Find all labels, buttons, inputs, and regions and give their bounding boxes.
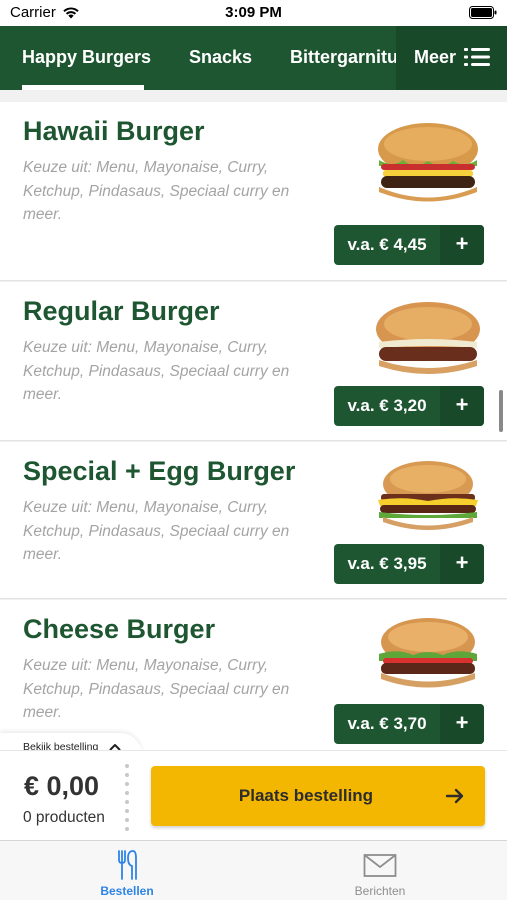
tab-berichten-label: Berichten bbox=[354, 884, 406, 898]
product-card[interactable]: Regular Burger Keuze uit: Menu, Mayonais… bbox=[0, 282, 507, 441]
price-label: v.a. € 3,70 bbox=[347, 714, 427, 733]
price-label: v.a. € 3,95 bbox=[347, 554, 427, 573]
category-tab-bar: Happy Burgers Snacks Bittergarnituur Mee… bbox=[0, 26, 507, 90]
plus-icon: + bbox=[440, 386, 484, 426]
arrow-right-icon bbox=[445, 788, 464, 804]
status-time: 3:09 PM bbox=[225, 4, 282, 21]
product-name: Regular Burger bbox=[23, 296, 220, 326]
fork-knife-icon bbox=[118, 850, 137, 880]
list-menu-icon bbox=[464, 48, 490, 66]
bottom-tab-bar: Bestellen Berichten bbox=[0, 840, 507, 900]
tab-snacks[interactable]: Snacks bbox=[189, 26, 252, 90]
product-description: Keuze uit: Menu, Mayonaise, Curry, Ketch… bbox=[23, 159, 290, 223]
add-to-cart-button[interactable]: v.a. € 3,70 + bbox=[334, 704, 484, 744]
cheese-burger-image bbox=[379, 618, 477, 688]
add-to-cart-button[interactable]: v.a. € 4,45 + bbox=[334, 225, 484, 265]
more-categories-button[interactable]: Meer bbox=[396, 26, 507, 90]
plus-icon: + bbox=[440, 544, 484, 584]
scroll-indicator[interactable] bbox=[499, 390, 503, 432]
regular-burger-image bbox=[376, 302, 480, 374]
tab-happy-burgers[interactable]: Happy Burgers bbox=[22, 26, 151, 90]
order-product-count: 0 producten bbox=[23, 809, 105, 826]
place-order-label: Plaats bestelling bbox=[238, 786, 374, 805]
tab-bestellen[interactable]: Bestellen bbox=[57, 841, 197, 900]
product-list[interactable]: Hawaii Burger Keuze uit: Menu, Mayonaise… bbox=[0, 90, 507, 750]
price-label: v.a. € 3,20 bbox=[347, 396, 427, 415]
dotted-divider bbox=[125, 764, 129, 831]
product-name: Cheese Burger bbox=[23, 614, 216, 644]
tab-bestellen-label: Bestellen bbox=[100, 884, 154, 898]
order-total: € 0,00 bbox=[24, 771, 100, 801]
more-label: Meer bbox=[414, 47, 457, 67]
tab-bittergarnituur[interactable]: Bittergarnituur bbox=[290, 26, 400, 90]
product-card[interactable]: Special + Egg Burger Keuze uit: Menu, Ma… bbox=[0, 442, 507, 599]
hawaii-burger-image bbox=[378, 123, 478, 202]
battery-icon bbox=[469, 6, 497, 19]
add-to-cart-button[interactable]: v.a. € 3,95 + bbox=[334, 544, 484, 584]
order-summary-bar: € 0,00 0 producten Plaats bestelling bbox=[0, 750, 507, 840]
status-bar: Carrier 3:09 PM bbox=[0, 0, 507, 26]
product-description: Keuze uit: Menu, Mayonaise, Curry, Ketch… bbox=[23, 339, 290, 403]
plus-icon: + bbox=[440, 225, 484, 265]
envelope-icon bbox=[363, 854, 397, 877]
tab-berichten[interactable]: Berichten bbox=[310, 841, 450, 900]
special-egg-burger-image bbox=[378, 461, 478, 530]
product-card[interactable]: Cheese Burger Keuze uit: Menu, Mayonaise… bbox=[0, 600, 507, 750]
product-name: Hawaii Burger bbox=[23, 116, 205, 146]
product-description: Keuze uit: Menu, Mayonaise, Curry, Ketch… bbox=[23, 657, 290, 721]
product-card[interactable]: Hawaii Burger Keuze uit: Menu, Mayonaise… bbox=[0, 102, 507, 281]
product-description: Keuze uit: Menu, Mayonaise, Curry, Ketch… bbox=[23, 499, 290, 563]
product-name: Special + Egg Burger bbox=[23, 456, 296, 486]
place-order-button[interactable]: Plaats bestelling bbox=[151, 766, 485, 826]
add-to-cart-button[interactable]: v.a. € 3,20 + bbox=[334, 386, 484, 426]
plus-icon: + bbox=[440, 704, 484, 744]
price-label: v.a. € 4,45 bbox=[347, 235, 427, 254]
